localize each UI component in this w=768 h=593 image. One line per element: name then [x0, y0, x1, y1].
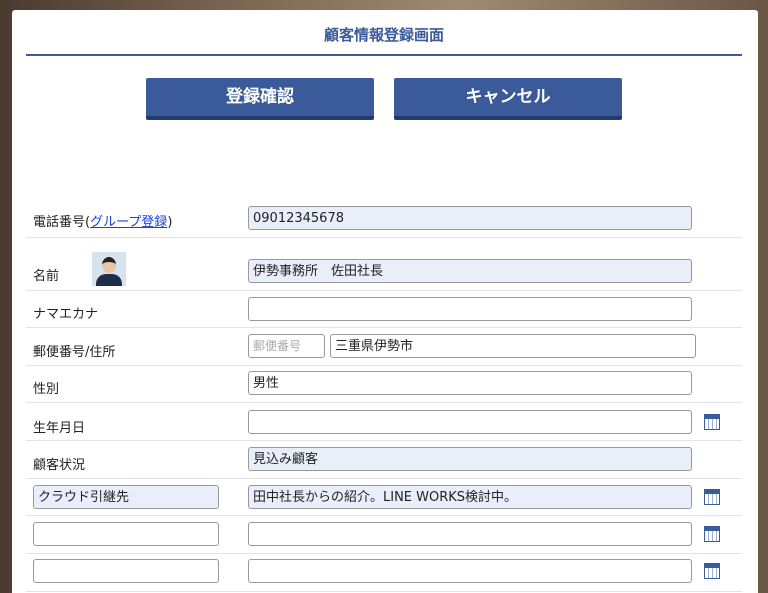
custom-label-field-3[interactable] [33, 559, 219, 583]
address-field[interactable]: 三重県伊勢市 [330, 334, 696, 358]
address-row: 郵便番号/住所 郵便番号 三重県伊勢市 [26, 328, 742, 366]
gender-label: 性別 [33, 382, 60, 397]
custom-value-field-3[interactable] [248, 559, 692, 583]
phone-label-text: 電話番号( [33, 215, 91, 230]
page-title: 顧客情報登録画面 [26, 24, 742, 56]
name-field[interactable]: 伊勢事務所 佐田社長 [248, 259, 692, 283]
custom-row-2 [26, 516, 742, 554]
custom-value-field-1[interactable]: 田中社長からの紹介。LINE WORKS検討中。 [248, 485, 692, 509]
custom-label-field-1[interactable]: クラウド引継先 [33, 485, 219, 509]
zip-field[interactable]: 郵便番号 [248, 334, 325, 358]
confirm-button[interactable]: 登録確認 [146, 78, 374, 120]
custom-value-field-2[interactable] [248, 522, 692, 546]
group-register-link[interactable]: グループ登録 [90, 215, 167, 230]
status-field[interactable]: 見込み顧客 [248, 447, 692, 471]
gender-row: 性別 男性 [26, 366, 742, 403]
calendar-icon[interactable] [704, 526, 720, 542]
form-panel: 顧客情報登録画面 登録確認 キャンセル 電話番号(グループ登録) 0901234… [12, 10, 758, 593]
phone-label: 電話番号(グループ登録) [33, 211, 172, 230]
custom-row-1: クラウド引継先 田中社長からの紹介。LINE WORKS検討中。 [26, 479, 742, 516]
kana-field[interactable] [248, 297, 692, 321]
avatar [92, 252, 126, 286]
phone-label-suffix: ) [167, 215, 173, 230]
name-row: 名前 伊勢事務所 佐田社長 [26, 238, 742, 291]
birthdate-field[interactable] [248, 410, 692, 434]
birthdate-label: 生年月日 [33, 421, 86, 436]
address-label: 郵便番号/住所 [33, 345, 116, 360]
custom-label-field-2[interactable] [33, 522, 219, 546]
phone-row: 電話番号(グループ登録) 09012345678 [26, 198, 742, 238]
cancel-button[interactable]: キャンセル [394, 78, 622, 120]
calendar-icon[interactable] [704, 563, 720, 579]
status-row: 顧客状況 見込み顧客 [26, 441, 742, 479]
phone-field[interactable]: 09012345678 [248, 206, 692, 230]
name-label: 名前 [33, 269, 60, 284]
kana-row: ナマエカナ [26, 291, 742, 328]
calendar-icon[interactable] [704, 414, 720, 430]
calendar-icon[interactable] [704, 489, 720, 505]
custom-row-3 [26, 554, 742, 592]
status-label: 顧客状況 [33, 458, 86, 473]
kana-label: ナマエカナ [33, 307, 99, 322]
gender-field[interactable]: 男性 [248, 371, 692, 395]
birthdate-row: 生年月日 [26, 403, 742, 441]
